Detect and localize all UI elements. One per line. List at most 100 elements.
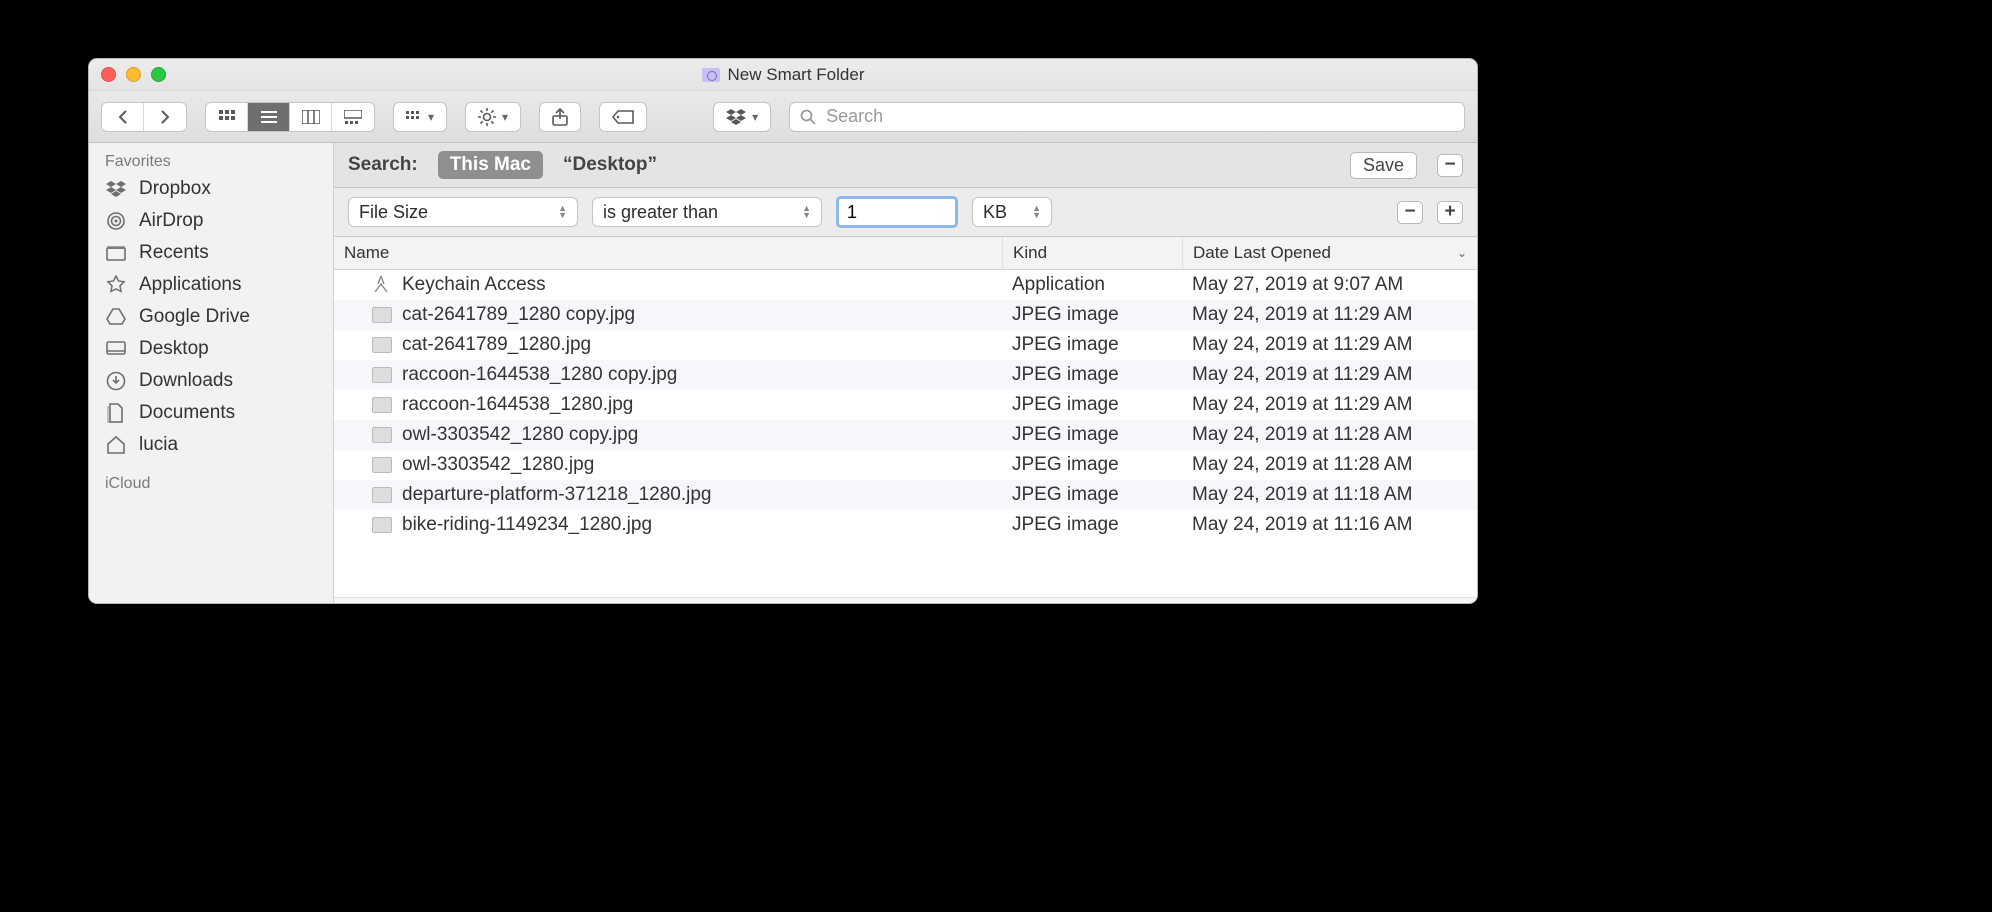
sidebar-item-downloads[interactable]: Downloads xyxy=(89,365,333,397)
scope-desktop[interactable]: “Desktop” xyxy=(563,154,657,176)
cell-kind: JPEG image xyxy=(1002,364,1182,386)
cell-date: May 24, 2019 at 11:28 AM xyxy=(1182,454,1477,476)
cell-name: cat-2641789_1280.jpg xyxy=(334,334,1002,356)
column-view-button[interactable] xyxy=(290,103,332,131)
file-name: Keychain Access xyxy=(402,274,546,296)
criteria-attribute[interactable]: File Size ▲▼ xyxy=(348,197,578,227)
search-scope-bar: Search: This Mac “Desktop” Save − xyxy=(334,143,1477,188)
file-name: bike-riding-1149234_1280.jpg xyxy=(402,514,652,536)
close-window-button[interactable] xyxy=(101,67,116,82)
cell-name: owl-3303542_1280 copy.jpg xyxy=(334,424,1002,446)
remove-search-button[interactable]: − xyxy=(1437,154,1463,177)
sidebar-item-label: Google Drive xyxy=(139,306,250,328)
image-thumbnail-icon xyxy=(372,337,392,353)
column-name[interactable]: Name xyxy=(334,237,1002,269)
add-criteria-button[interactable]: + xyxy=(1437,201,1463,224)
save-search-button[interactable]: Save xyxy=(1350,152,1417,179)
criteria-operator[interactable]: is greater than ▲▼ xyxy=(592,197,822,227)
home-icon xyxy=(105,436,127,454)
cell-kind: JPEG image xyxy=(1002,424,1182,446)
back-button[interactable] xyxy=(102,103,144,131)
chevron-down-icon: ▾ xyxy=(752,110,758,124)
file-name: owl-3303542_1280 copy.jpg xyxy=(402,424,638,446)
file-name: raccoon-1644538_1280.jpg xyxy=(402,394,633,416)
minimize-window-button[interactable] xyxy=(126,67,141,82)
table-row[interactable]: cat-2641789_1280 copy.jpgJPEG imageMay 2… xyxy=(334,300,1477,330)
cell-kind: JPEG image xyxy=(1002,454,1182,476)
image-thumbnail-icon xyxy=(372,367,392,383)
view-mode-buttons xyxy=(205,102,375,132)
group-by-button[interactable]: ▾ xyxy=(393,102,447,132)
search-field[interactable] xyxy=(789,102,1465,132)
search-input[interactable] xyxy=(824,105,1454,128)
sidebar-item-airdrop[interactable]: AirDrop xyxy=(89,205,333,237)
table-row[interactable]: Keychain AccessApplicationMay 27, 2019 a… xyxy=(334,270,1477,300)
criteria-value-field[interactable] xyxy=(836,196,958,228)
gallery-view-button[interactable] xyxy=(332,103,374,131)
criteria-value-input[interactable] xyxy=(839,202,955,223)
tags-button[interactable] xyxy=(599,102,647,132)
sidebar-item-label: Documents xyxy=(139,402,235,424)
search-icon xyxy=(800,109,816,125)
cell-name: departure-platform-371218_1280.jpg xyxy=(334,484,1002,506)
cell-name: Keychain Access xyxy=(334,274,1002,296)
sidebar-item-documents[interactable]: Documents xyxy=(89,397,333,429)
cell-name: owl-3303542_1280.jpg xyxy=(334,454,1002,476)
cell-date: May 24, 2019 at 11:29 AM xyxy=(1182,394,1477,416)
image-thumbnail-icon xyxy=(372,307,392,323)
cell-date: May 24, 2019 at 11:18 AM xyxy=(1182,484,1477,506)
icon-view-button[interactable] xyxy=(206,103,248,131)
cell-date: May 27, 2019 at 9:07 AM xyxy=(1182,274,1477,296)
column-headers: Name Kind Date Last Opened ⌄ xyxy=(334,237,1477,270)
cell-kind: JPEG image xyxy=(1002,514,1182,536)
zoom-window-button[interactable] xyxy=(151,67,166,82)
image-thumbnail-icon xyxy=(372,487,392,503)
table-row[interactable]: owl-3303542_1280.jpgJPEG imageMay 24, 20… xyxy=(334,450,1477,480)
dropbox-button[interactable]: ▾ xyxy=(713,102,771,132)
forward-button[interactable] xyxy=(144,103,186,131)
table-row[interactable]: raccoon-1644538_1280 copy.jpgJPEG imageM… xyxy=(334,360,1477,390)
share-icon xyxy=(552,108,568,126)
sidebar-item-home[interactable]: lucia xyxy=(89,429,333,461)
share-button[interactable] xyxy=(539,102,581,132)
sidebar-item-label: Downloads xyxy=(139,370,233,392)
sidebar-item-google-drive[interactable]: Google Drive xyxy=(89,301,333,333)
sidebar-item-label: Dropbox xyxy=(139,178,211,200)
titlebar: New Smart Folder xyxy=(89,59,1477,91)
action-button[interactable]: ▾ xyxy=(465,102,521,132)
stepper-icon: ▲▼ xyxy=(558,205,567,219)
chevron-left-icon xyxy=(118,110,128,124)
criteria-unit[interactable]: KB ▲▼ xyxy=(972,197,1052,227)
sidebar-item-recents[interactable]: Recents xyxy=(89,237,333,269)
content-area: Search: This Mac “Desktop” Save − File S… xyxy=(334,143,1477,603)
image-thumbnail-icon xyxy=(372,397,392,413)
cell-date: May 24, 2019 at 11:29 AM xyxy=(1182,334,1477,356)
table-row[interactable]: owl-3303542_1280 copy.jpgJPEG imageMay 2… xyxy=(334,420,1477,450)
finder-window: New Smart Folder xyxy=(88,58,1478,604)
file-name: cat-2641789_1280.jpg xyxy=(402,334,591,356)
image-thumbnail-icon xyxy=(372,427,392,443)
table-row[interactable]: raccoon-1644538_1280.jpgJPEG imageMay 24… xyxy=(334,390,1477,420)
table-row[interactable]: cat-2641789_1280.jpgJPEG imageMay 24, 20… xyxy=(334,330,1477,360)
table-row[interactable]: departure-platform-371218_1280.jpgJPEG i… xyxy=(334,480,1477,510)
columns-icon xyxy=(302,110,320,124)
toolbar: ▾ ▾ ▾ xyxy=(89,91,1477,143)
sidebar-item-applications[interactable]: Applications xyxy=(89,269,333,301)
window-controls xyxy=(101,67,166,82)
remove-criteria-button[interactable]: − xyxy=(1397,201,1423,224)
grid-icon xyxy=(219,110,235,124)
scope-this-mac[interactable]: This Mac xyxy=(438,151,543,179)
list-icon xyxy=(261,111,277,123)
table-row[interactable]: bike-riding-1149234_1280.jpgJPEG imageMa… xyxy=(334,510,1477,540)
recents-icon xyxy=(105,245,127,261)
chevron-down-icon: ▾ xyxy=(428,110,434,124)
sidebar-section-favorites: Favorites xyxy=(89,149,333,173)
sidebar-item-desktop[interactable]: Desktop xyxy=(89,333,333,365)
sidebar-section-icloud: iCloud xyxy=(89,471,333,495)
list-view-button[interactable] xyxy=(248,103,290,131)
column-kind[interactable]: Kind xyxy=(1002,237,1182,269)
column-date[interactable]: Date Last Opened ⌄ xyxy=(1182,237,1477,269)
sidebar-item-dropbox[interactable]: Dropbox xyxy=(89,173,333,205)
search-label: Search: xyxy=(348,154,418,176)
dropbox-icon xyxy=(726,109,746,125)
